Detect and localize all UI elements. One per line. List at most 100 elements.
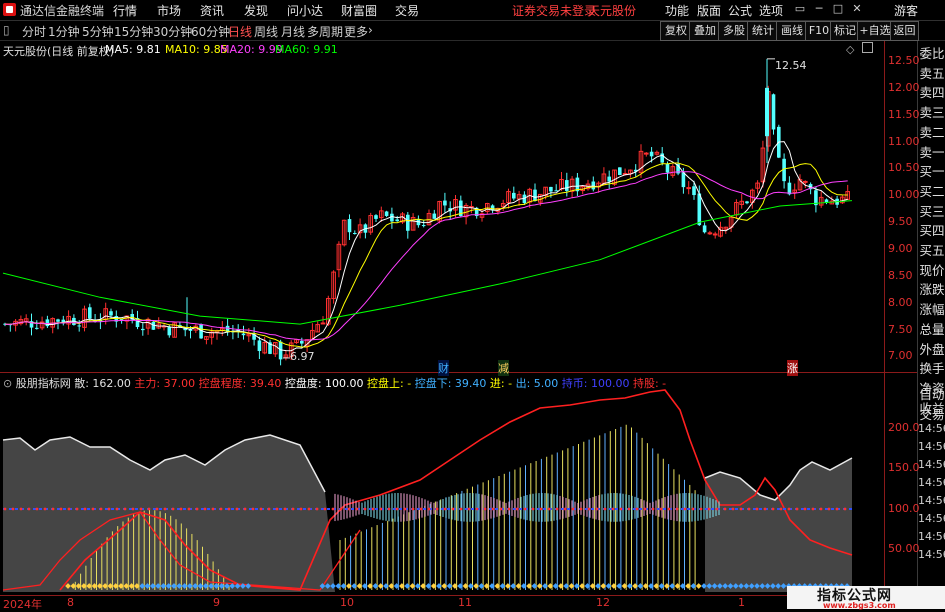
holding-dot	[667, 507, 671, 511]
time-axis-label: 11	[458, 596, 472, 609]
holding-dot	[35, 507, 39, 511]
candle-body	[803, 180, 808, 183]
holding-dot	[515, 507, 519, 511]
time-axis-label: 2024年	[3, 598, 42, 611]
holding-dot	[643, 507, 647, 511]
holding-dot	[755, 507, 759, 511]
indicator-name[interactable]: 股朋指标网	[16, 377, 71, 390]
candle-body	[565, 180, 569, 191]
holding-dot	[419, 507, 423, 511]
time-readout-label: 14:56	[918, 512, 945, 525]
indicator-legend-item: 持币: 100.00	[558, 377, 630, 390]
holding-dot	[811, 507, 815, 511]
holding-dot	[803, 507, 807, 511]
holding-dot	[291, 507, 295, 511]
candle-body	[443, 200, 447, 206]
holding-dot	[259, 507, 263, 511]
holding-dot	[331, 507, 335, 511]
holding-dot	[195, 507, 199, 511]
candle-body	[607, 176, 611, 182]
watermark-logo: 指标公式网 www.zbgs3.com	[787, 586, 945, 610]
holding-dot	[523, 507, 527, 511]
holding-dot	[155, 507, 159, 511]
time-readout-label: 14:56	[918, 530, 945, 543]
holding-dot	[627, 507, 631, 511]
holding-dot	[683, 507, 687, 511]
holding-dot	[531, 507, 535, 511]
time-axis-label: 1	[738, 596, 745, 609]
time-readout-label: 14:56	[918, 476, 945, 489]
holding-dot	[379, 507, 383, 511]
time-axis-label: 8	[67, 596, 74, 609]
holding-dot	[115, 507, 119, 511]
holding-dot	[147, 507, 151, 511]
candle-body	[712, 233, 718, 236]
holding-dot	[187, 507, 191, 511]
holding-dot	[267, 507, 271, 511]
holding-dot	[819, 507, 823, 511]
event-cai-marker[interactable]: 财	[438, 360, 449, 376]
holding-dot	[283, 507, 287, 511]
indicator-legend-item: 控盘程度: 39.40	[195, 377, 282, 390]
holding-dot	[315, 507, 319, 511]
holding-dot	[435, 507, 439, 511]
holding-dot	[651, 507, 655, 511]
holding-dot	[51, 507, 55, 511]
holding-dot	[339, 507, 343, 511]
indicator-legend-item: 进: -	[486, 377, 513, 390]
holding-dot	[763, 507, 767, 511]
candle-body	[421, 225, 426, 227]
holding-dot	[219, 507, 223, 511]
holding-dot	[707, 507, 711, 511]
candle-body	[745, 201, 749, 204]
candle-body	[167, 326, 172, 336]
holding-dot	[179, 507, 183, 511]
candle-body	[241, 333, 246, 336]
holding-dot	[507, 507, 511, 511]
price-axis-label: 10.50	[888, 161, 920, 175]
price-axis-label: 12.00	[888, 80, 920, 94]
holding-dot	[275, 507, 279, 511]
candle-body	[702, 225, 707, 233]
holding-dot	[595, 507, 599, 511]
indicator-legend-item: 控盘上: -	[363, 377, 412, 390]
time-readout-label: 14:56	[918, 440, 945, 453]
holding-dot	[603, 507, 607, 511]
holding-dot	[715, 507, 719, 511]
candle-body	[533, 189, 537, 202]
event-jian-marker[interactable]: 减	[498, 360, 509, 376]
holding-dot	[587, 507, 591, 511]
holding-dot	[795, 507, 799, 511]
event-zhang-marker[interactable]: 涨	[787, 360, 798, 376]
holding-dot	[355, 507, 359, 511]
holding-dot	[347, 507, 351, 511]
holding-dot	[83, 507, 87, 511]
candle-body	[384, 211, 389, 216]
holding-dot	[43, 507, 47, 511]
holding-dot	[27, 507, 31, 511]
holding-dot	[107, 507, 111, 511]
holding-dot	[131, 507, 135, 511]
holding-dot	[747, 507, 751, 511]
holding-dot	[635, 507, 639, 511]
indicator-toggle-icon[interactable]: ⊙	[3, 377, 12, 390]
holding-dot	[619, 507, 623, 511]
candle-body	[665, 163, 670, 173]
holding-dot	[475, 507, 479, 511]
candle-body	[681, 172, 686, 188]
candle-body	[300, 340, 304, 344]
indicator-legend-item: 控盘度: 100.00	[281, 377, 364, 390]
candle-body	[432, 213, 437, 219]
holding-dot	[467, 507, 471, 511]
price-axis-label: 7.00	[888, 349, 913, 363]
holding-dot	[123, 507, 127, 511]
holding-dot	[387, 507, 391, 511]
holding-dot	[659, 507, 663, 511]
moving-average-lines	[2, 141, 853, 352]
holding-dot	[779, 507, 783, 511]
holding-dot	[843, 507, 847, 511]
time-axis-label: 12	[596, 596, 610, 609]
holding-dot	[563, 507, 567, 511]
holding-dot	[611, 507, 615, 511]
holding-dot	[483, 507, 487, 511]
